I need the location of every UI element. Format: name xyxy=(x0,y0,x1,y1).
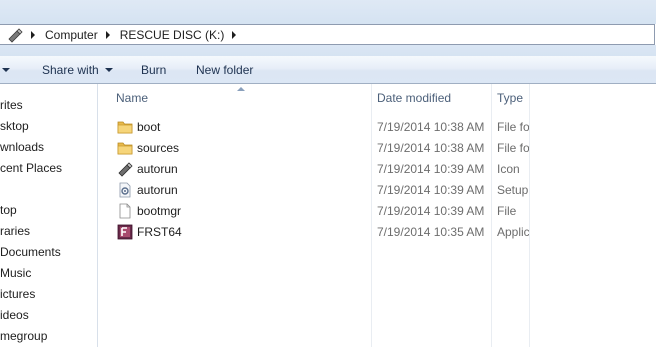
window-frame-mid xyxy=(0,45,656,56)
file-type: Setup xyxy=(497,183,529,197)
address-bar[interactable]: Computer RESCUE DISC (K:) xyxy=(0,24,655,45)
file-type: File xyxy=(497,204,517,218)
blank-file-icon xyxy=(117,203,133,219)
list-item[interactable]: FRST64 7/19/2014 10:35 AM Applic xyxy=(98,222,656,243)
share-with-label: Share with xyxy=(42,63,99,77)
file-date: 7/19/2014 10:39 AM xyxy=(377,204,485,218)
sort-ascending-icon xyxy=(237,87,245,91)
list-item[interactable]: autorun 7/19/2014 10:39 AM Icon xyxy=(98,159,656,180)
list-item[interactable]: boot 7/19/2014 10:38 AM File fo xyxy=(98,117,656,138)
usb-drive-icon xyxy=(117,161,133,177)
file-name: bootmgr xyxy=(137,204,182,218)
file-type: Applic xyxy=(497,225,529,239)
file-list: Name Date modified Type boot 7/19/2014 1… xyxy=(98,84,656,347)
navigation-pane: rites sktop wnloads cent Places top rari… xyxy=(0,84,98,347)
nav-item-desktop[interactable]: sktop xyxy=(0,117,29,135)
organize-menu-button[interactable] xyxy=(0,63,10,77)
nav-item-homegroup[interactable]: megroup xyxy=(0,327,47,345)
nav-item-desktop-root[interactable]: top xyxy=(0,201,17,219)
nav-item-downloads[interactable]: wnloads xyxy=(0,138,44,156)
file-type: File fo xyxy=(497,120,529,134)
file-date: 7/19/2014 10:38 AM xyxy=(377,141,485,155)
new-folder-button[interactable]: New folder xyxy=(196,63,253,77)
chevron-down-icon xyxy=(2,68,10,72)
file-date: 7/19/2014 10:35 AM xyxy=(377,225,485,239)
breadcrumb-rescue-disc[interactable]: RESCUE DISC (K:) xyxy=(120,28,225,42)
file-type: File fo xyxy=(497,141,529,155)
file-name: boot xyxy=(137,120,161,134)
list-item[interactable]: autorun 7/19/2014 10:39 AM Setup xyxy=(98,180,656,201)
nav-item-documents[interactable]: Documents xyxy=(0,243,61,261)
nav-item-videos[interactable]: ideos xyxy=(0,306,29,324)
file-name: FRST64 xyxy=(137,225,182,239)
nav-item-pictures[interactable]: ictures xyxy=(0,285,35,303)
file-date: 7/19/2014 10:39 AM xyxy=(377,162,485,176)
breadcrumb-separator-icon[interactable] xyxy=(232,30,237,39)
list-item[interactable]: bootmgr 7/19/2014 10:39 AM File xyxy=(98,201,656,222)
chevron-down-icon xyxy=(104,68,113,72)
share-with-button[interactable]: Share with xyxy=(42,63,113,77)
nav-item-recent-places[interactable]: cent Places xyxy=(0,159,62,177)
folder-icon xyxy=(117,119,133,135)
burn-label: Burn xyxy=(141,63,167,77)
window-frame-top xyxy=(0,0,656,24)
file-date: 7/19/2014 10:39 AM xyxy=(377,183,485,197)
column-header-date-modified[interactable]: Date modified xyxy=(377,84,451,112)
file-name: autorun xyxy=(137,183,178,197)
nav-item-favorites[interactable]: rites xyxy=(0,96,23,114)
frst-app-icon xyxy=(117,224,133,240)
breadcrumb-computer[interactable]: Computer xyxy=(45,28,98,42)
new-folder-label: New folder xyxy=(196,63,254,77)
command-bar: Share with Burn New folder xyxy=(0,56,656,84)
burn-button[interactable]: Burn xyxy=(141,63,166,77)
list-item[interactable]: sources 7/19/2014 10:38 AM File fo xyxy=(98,138,656,159)
column-header-type[interactable]: Type xyxy=(497,84,523,112)
folder-icon xyxy=(117,140,133,156)
file-type: Icon xyxy=(497,162,520,176)
file-name: autorun xyxy=(137,162,178,176)
file-name: sources xyxy=(137,141,180,155)
drive-icon xyxy=(7,27,23,43)
nav-item-music[interactable]: Music xyxy=(0,264,31,282)
nav-item-libraries[interactable]: raries xyxy=(0,222,30,240)
breadcrumb-separator-icon[interactable] xyxy=(31,30,35,39)
breadcrumb-separator-icon[interactable] xyxy=(105,30,110,39)
file-date: 7/19/2014 10:38 AM xyxy=(377,120,485,134)
setup-file-icon xyxy=(117,182,133,198)
column-header-name[interactable]: Name xyxy=(116,84,148,112)
